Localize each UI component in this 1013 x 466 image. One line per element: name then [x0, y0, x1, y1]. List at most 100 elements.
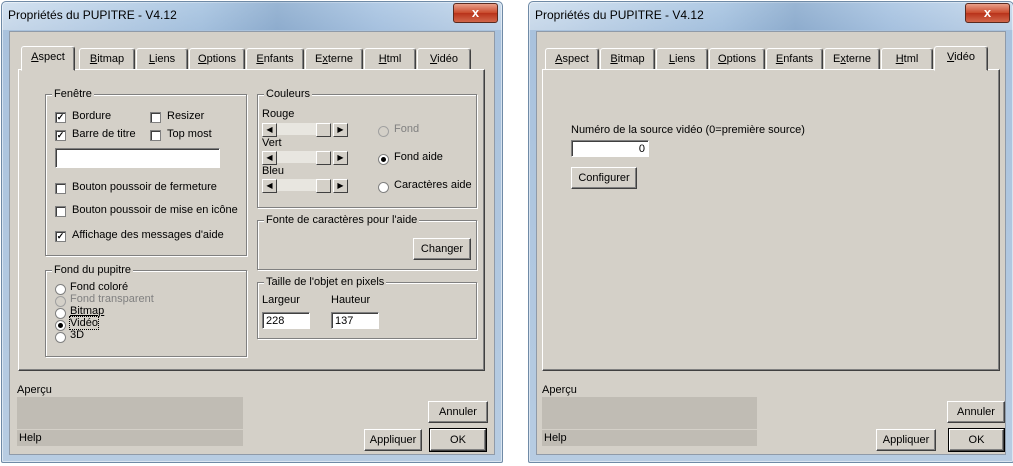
properties-window-video: Propriétés du PUPITRE - V4.12 x Aspect B…: [528, 1, 1013, 463]
appliquer-button[interactable]: Appliquer: [364, 429, 422, 451]
tab-enfants-label: nfants: [263, 53, 294, 65]
tab-html[interactable]: Html: [881, 48, 933, 69]
tab-liens[interactable]: Liens: [656, 48, 708, 69]
tab-panel-video: Numéro de la source vidéo (0=première so…: [542, 69, 1000, 371]
tab-aspect-mnemonic: A: [555, 53, 563, 65]
tab-video[interactable]: Vidéo: [417, 48, 471, 69]
tab-externe[interactable]: Externe: [824, 48, 880, 69]
rouge-left-arrow[interactable]: ◀: [262, 123, 277, 137]
rouge-thumb[interactable]: [316, 123, 331, 137]
annuler-button[interactable]: Annuler: [947, 401, 1005, 423]
taille-group: Taille de l'objet en pixels Largeur Haut…: [257, 276, 477, 339]
bordure-label: Bordure: [72, 110, 112, 122]
tab-liens-label: iens: [154, 53, 176, 65]
fenetre-group-title: Fenêtre: [52, 88, 94, 100]
tab-html-label: tml: [386, 53, 402, 65]
tab-aspect-label: spect: [562, 53, 589, 65]
apercu-label: Aperçu: [542, 384, 577, 396]
largeur-input[interactable]: 228: [262, 312, 310, 329]
hauteur-input[interactable]: 137: [331, 312, 379, 329]
rouge-right-arrow[interactable]: ▶: [333, 123, 348, 137]
tab-enfants-label: nfants: [783, 53, 814, 65]
bleu-right-arrow[interactable]: ▶: [333, 179, 348, 193]
fonte-title: Fonte de caractères pour l'aide: [264, 214, 420, 226]
tab-bitmap[interactable]: Bitmap: [600, 48, 655, 69]
close-icon: x: [983, 5, 992, 20]
tab-aspect[interactable]: Aspect: [545, 48, 599, 69]
bleu-thumb[interactable]: [316, 179, 331, 193]
tab-options[interactable]: Options: [189, 48, 245, 69]
help-text: Help: [19, 432, 42, 444]
barre-titre-checkbox[interactable]: ✓: [55, 130, 66, 141]
top-most-checkbox[interactable]: [150, 130, 161, 141]
tab-externe-label: terne: [845, 53, 871, 65]
tab-bitmap-label: itmap: [617, 53, 645, 65]
couleurs-title: Couleurs: [264, 88, 313, 100]
caracteres-aide-radio[interactable]: [378, 182, 389, 193]
apercu-preview: [17, 397, 243, 429]
tab-options-label: ptions: [726, 53, 756, 65]
help-bar: Help: [17, 430, 243, 446]
video-source-input[interactable]: 0: [571, 140, 649, 157]
fond-aide-radio[interactable]: [378, 154, 389, 165]
fond-label: Fond: [394, 123, 420, 135]
changer-button[interactable]: Changer: [413, 238, 471, 260]
video-source-label: Numéro de la source vidéo (0=première so…: [571, 124, 805, 136]
help-bar: Help: [542, 430, 757, 446]
resizer-checkbox[interactable]: [150, 112, 161, 123]
top-most-label: Top most: [167, 128, 212, 140]
bleu-left-arrow[interactable]: ◀: [262, 179, 277, 193]
tab-video-label: idéo: [437, 53, 458, 65]
close-button[interactable]: x: [965, 3, 1010, 23]
dialog-client: Aspect Bitmap Liens Options Enfants Exte…: [9, 31, 495, 455]
annuler-button[interactable]: Annuler: [428, 401, 488, 423]
title-text-field[interactable]: [55, 148, 220, 168]
rouge-label: Rouge: [262, 108, 295, 120]
bouton-icone-checkbox[interactable]: [55, 206, 66, 217]
vert-right-arrow[interactable]: ▶: [333, 151, 348, 165]
tab-bitmap[interactable]: Bitmap: [79, 48, 135, 69]
tab-html[interactable]: Html: [364, 48, 416, 69]
3d-label: 3D: [70, 329, 85, 341]
title-bar[interactable]: Propriétés du PUPITRE - V4.12 x: [529, 2, 1013, 30]
configurer-button[interactable]: Configurer: [571, 167, 637, 189]
bouton-fermeture-label: Bouton poussoir de fermeture: [72, 181, 217, 193]
tab-options[interactable]: Options: [709, 48, 765, 69]
hauteur-label: Hauteur: [331, 294, 371, 306]
title-bar[interactable]: Propriétés du PUPITRE - V4.12 x: [2, 2, 502, 30]
fond-aide-label: Fond aide: [394, 151, 443, 163]
3d-radio[interactable]: [55, 332, 66, 343]
bitmap-radio[interactable]: [55, 308, 66, 319]
tab-liens[interactable]: Liens: [136, 48, 188, 69]
tab-options-mnemonic: O: [718, 53, 727, 65]
vert-thumb[interactable]: [316, 151, 331, 165]
tab-options-mnemonic: O: [198, 53, 207, 65]
taille-title: Taille de l'objet en pixels: [264, 276, 387, 288]
affichage-aide-checkbox[interactable]: ✓: [55, 231, 66, 242]
ok-button[interactable]: OK: [948, 428, 1005, 452]
video-radio[interactable]: [55, 320, 66, 331]
fond-transparent-radio: [55, 296, 66, 307]
tab-aspect[interactable]: Aspect: [21, 46, 75, 71]
bordure-checkbox[interactable]: ✓: [55, 112, 66, 123]
window-title: Propriétés du PUPITRE - V4.12: [8, 8, 177, 22]
barre-titre-label: Barre de titre: [72, 128, 136, 140]
fond-colore-radio[interactable]: [55, 284, 66, 295]
resizer-label: Resizer: [167, 110, 205, 122]
vert-left-arrow[interactable]: ◀: [262, 151, 277, 165]
tab-enfants[interactable]: Enfants: [766, 48, 823, 69]
vert-label: Vert: [262, 137, 282, 149]
tab-panel-aspect: Fenêtre ✓ Bordure Resizer ✓ Barre de tit…: [18, 69, 485, 371]
tab-aspect-label: spect: [38, 51, 65, 63]
video-label: Vidéo: [69, 316, 99, 330]
close-button[interactable]: x: [453, 3, 498, 23]
tab-enfants[interactable]: Enfants: [246, 48, 304, 69]
appliquer-button[interactable]: Appliquer: [876, 429, 936, 451]
bouton-fermeture-checkbox[interactable]: [55, 183, 66, 194]
ok-button[interactable]: OK: [429, 428, 487, 452]
affichage-aide-label: Affichage des messages d'aide: [72, 229, 224, 241]
tab-externe[interactable]: Externe: [305, 48, 363, 69]
tab-video[interactable]: Vidéo: [934, 46, 988, 71]
fond-pupitre-title: Fond du pupitre: [52, 264, 134, 276]
fond-aide-radio-dot: [381, 157, 386, 162]
